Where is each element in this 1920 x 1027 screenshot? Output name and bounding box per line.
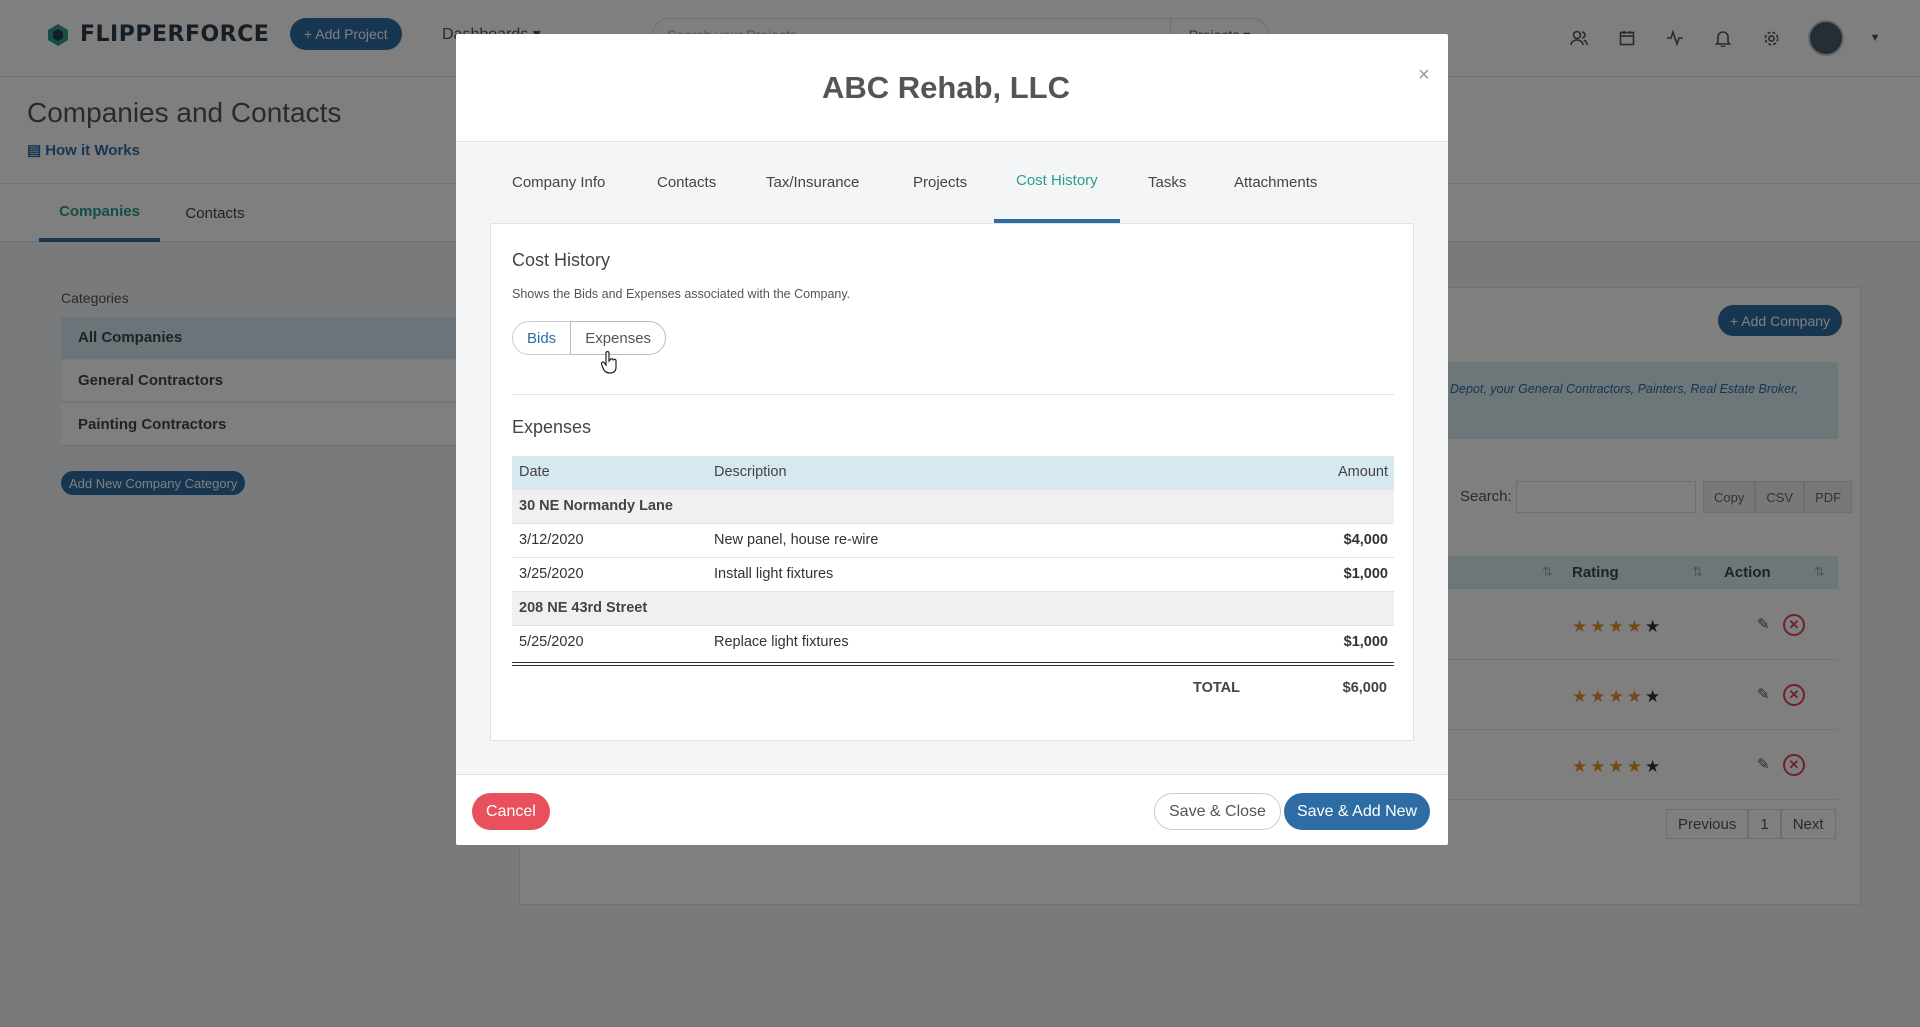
save-close-button[interactable]: Save & Close <box>1154 793 1281 830</box>
save-add-new-button[interactable]: Save & Add New <box>1284 793 1431 830</box>
table-row: 5/25/2020 Replace light fixtures $1,000 <box>512 626 1394 660</box>
expense-amount: $1,000 <box>1343 634 1388 650</box>
column-description: Description <box>714 464 787 480</box>
expense-amount: $4,000 <box>1343 532 1388 548</box>
cancel-button[interactable]: Cancel <box>472 793 550 830</box>
expense-description: Install light fixtures <box>714 566 834 582</box>
tab-tasks[interactable]: Tasks <box>1148 142 1186 223</box>
card-subtitle: Shows the Bids and Expenses associated w… <box>512 287 851 301</box>
modal-title: ABC Rehab, LLC <box>822 70 1070 105</box>
expense-amount: $1,000 <box>1343 566 1388 582</box>
expense-description: Replace light fixtures <box>714 634 849 650</box>
tab-projects[interactable]: Projects <box>913 142 967 223</box>
tab-attachments[interactable]: Attachments <box>1234 142 1317 223</box>
divider <box>512 394 1394 395</box>
modal-header: ABC Rehab, LLC × <box>456 34 1448 142</box>
bids-toggle-button[interactable]: Bids <box>512 321 571 355</box>
total-divider <box>512 662 1394 666</box>
hand-cursor-icon <box>601 351 617 374</box>
expense-date: 3/25/2020 <box>519 566 584 582</box>
expenses-table: Date Description Amount 30 NE Normandy L… <box>512 456 1394 660</box>
tab-tax-insurance[interactable]: Tax/Insurance <box>766 142 859 223</box>
company-modal: ABC Rehab, LLC × Company Info Contacts T… <box>456 34 1448 845</box>
tab-cost-history[interactable]: Cost History <box>994 142 1120 223</box>
total-value: $6,000 <box>1342 680 1387 696</box>
group-row: 30 NE Normandy Lane <box>512 490 1394 524</box>
expense-description: New panel, house re-wire <box>714 532 879 548</box>
expense-date: 5/25/2020 <box>519 634 584 650</box>
group-row: 208 NE 43rd Street <box>512 592 1394 626</box>
expenses-section-title: Expenses <box>512 417 592 437</box>
table-row: 3/25/2020 Install light fixtures $1,000 <box>512 558 1394 592</box>
modal-footer: Cancel Save & Close Save & Add New <box>456 774 1448 845</box>
table-row: 3/12/2020 New panel, house re-wire $4,00… <box>512 524 1394 558</box>
group-name: 208 NE 43rd Street <box>519 600 648 616</box>
bids-expenses-toggle: Bids Expenses <box>512 321 667 355</box>
card-title: Cost History <box>512 250 611 270</box>
expenses-toggle-button[interactable]: Expenses <box>570 321 667 355</box>
tab-contacts[interactable]: Contacts <box>657 142 716 223</box>
close-icon[interactable]: × <box>1418 64 1430 87</box>
column-amount: Amount <box>1338 464 1388 480</box>
expense-date: 3/12/2020 <box>519 532 584 548</box>
cost-history-card: Cost History Shows the Bids and Expenses… <box>490 223 1414 741</box>
tab-company-info[interactable]: Company Info <box>512 142 605 223</box>
modal-body: Company Info Contacts Tax/Insurance Proj… <box>456 142 1448 774</box>
group-name: 30 NE Normandy Lane <box>519 498 673 514</box>
total-label: TOTAL <box>1193 680 1240 696</box>
table-header-row: Date Description Amount <box>512 456 1394 490</box>
column-date: Date <box>519 464 550 480</box>
modal-tab-bar: Company Info Contacts Tax/Insurance Proj… <box>456 142 1448 223</box>
